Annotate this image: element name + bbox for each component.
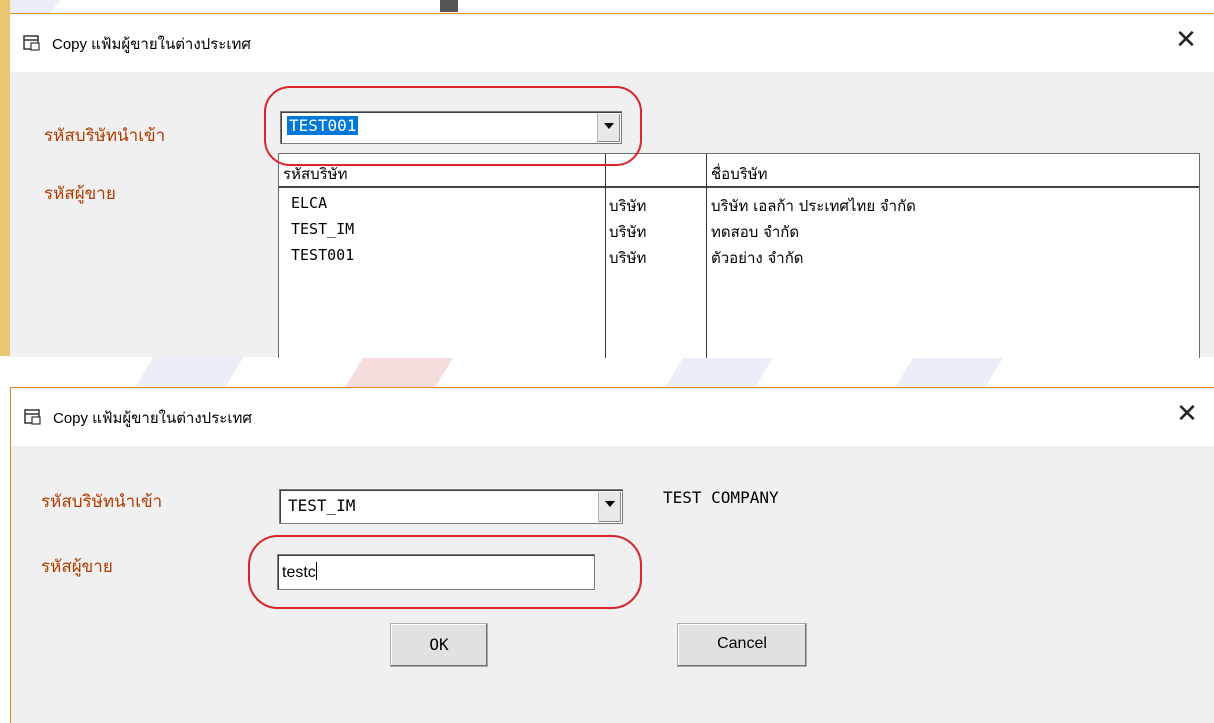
title-bar: Copy แฟ้มผู้ขายในต่างประเทศ ✕ — [11, 388, 1214, 446]
importer-code-value: TEST001 — [287, 116, 359, 135]
ok-button[interactable]: OK — [390, 623, 488, 667]
importer-code-value: TEST_IM — [288, 496, 356, 515]
importer-code-combobox[interactable]: TEST001 — [280, 111, 622, 144]
row-type: บริษัท — [609, 223, 647, 241]
chevron-down-icon[interactable] — [598, 491, 621, 522]
close-icon[interactable]: ✕ — [1173, 400, 1201, 428]
seller-code-value: testc — [282, 562, 317, 581]
grid-header: รหัสบริษัท ชื่อบริษัท — [279, 154, 1199, 188]
cancel-button[interactable]: Cancel — [677, 623, 807, 667]
app-window-icon — [23, 35, 40, 51]
close-icon[interactable]: ✕ — [1172, 26, 1200, 54]
importer-code-label: รหัสบริษัทนำเข้า — [44, 126, 166, 146]
seller-code-label: รหัสผู้ขาย — [41, 557, 113, 577]
importer-code-combobox[interactable]: TEST_IM — [279, 489, 623, 524]
row-name: ทดสอบ จำกัด — [711, 223, 800, 241]
column-divider — [706, 154, 707, 358]
chevron-down-icon[interactable] — [597, 113, 620, 142]
row-type: บริษัท — [609, 197, 647, 215]
row-code: ELCA — [291, 194, 328, 212]
company-name-display: TEST COMPANY — [663, 488, 779, 507]
header-company-code: รหัสบริษัท — [283, 165, 348, 183]
row-type: บริษัท — [609, 249, 647, 267]
row-name: บริษัท เอลก้า ประเทศไทย จำกัด — [711, 197, 916, 215]
importer-dropdown-list[interactable]: รหัสบริษัท ชื่อบริษัท ELCA บริษัท บริษัท… — [278, 153, 1200, 358]
seller-code-label: รหัสผู้ขาย — [44, 184, 116, 204]
app-window-icon — [24, 409, 41, 425]
text-caret — [315, 562, 317, 580]
row-code: TEST_IM — [291, 220, 355, 238]
window-title: Copy แฟ้มผู้ขายในต่างประเทศ — [52, 36, 251, 53]
row-name: ตัวอย่าง จำกัด — [711, 249, 804, 267]
window-title: Copy แฟ้มผู้ขายในต่างประเทศ — [53, 410, 252, 427]
copy-seller-dialog-top: Copy แฟ้มผู้ขายในต่างประเทศ ✕ รหัสบริษัท… — [10, 13, 1214, 358]
title-bar: Copy แฟ้มผู้ขายในต่างประเทศ ✕ — [10, 14, 1214, 72]
background-window-strip — [0, 0, 10, 356]
column-divider — [605, 154, 606, 358]
importer-code-label: รหัสบริษัทนำเข้า — [41, 492, 163, 512]
row-code: TEST001 — [291, 246, 355, 264]
copy-seller-dialog-bottom: Copy แฟ้มผู้ขายในต่างประเทศ ✕ รหัสบริษัท… — [10, 387, 1214, 723]
seller-code-input[interactable]: testc — [277, 554, 595, 590]
header-company-name: ชื่อบริษัท — [711, 165, 768, 183]
